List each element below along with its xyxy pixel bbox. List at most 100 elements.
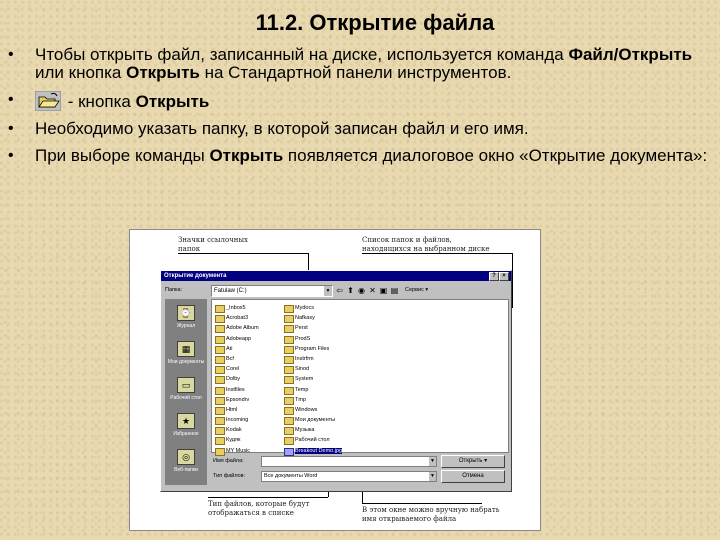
open-document-dialog: Открытие документа ? × Папка: Fatulaw (C… [160, 270, 512, 492]
folder-icon [284, 345, 294, 354]
tools-menu[interactable]: Сервис ▾ [405, 287, 428, 293]
folder-icon [215, 396, 225, 405]
callout-line [362, 503, 482, 504]
folder-icon [284, 386, 294, 395]
annotation-file-name: В этом окне можно вручную набрать имя от… [362, 506, 500, 523]
folder-item[interactable]: Html [215, 405, 259, 415]
place-favorites[interactable]: ★ Избранное [165, 413, 207, 437]
open-button[interactable]: Открыть ▾ [441, 455, 505, 468]
place-desktop[interactable]: ▭ Рабочий стол [165, 377, 207, 401]
folder-item[interactable]: Nafkasy [284, 313, 342, 324]
folder-combo[interactable]: Fatulaw (C:) ▼ [211, 285, 333, 297]
chevron-down-icon: ▼ [324, 286, 332, 296]
slide-title: 11.2. Открытие файла [255, 10, 495, 35]
place-history[interactable]: ⌚ Журнал [165, 305, 207, 329]
folder-icon [215, 325, 225, 334]
folder-icon [284, 335, 294, 344]
folder-item[interactable]: Adobeapp [215, 334, 259, 344]
file-list[interactable]: _Inbox5 Acrobat3 Adobe Album Adobeapp Ati Bcf… [211, 299, 509, 456]
file-column: _Inbox5 Acrobat3 Adobe Album Adobeapp Ati Bcf… [215, 303, 259, 456]
folder-item[interactable]: Mydocs [284, 303, 342, 313]
folder-item[interactable]: System [284, 374, 342, 385]
folder-icon [284, 376, 294, 385]
folder-item[interactable]: Perst [284, 323, 342, 334]
folder-item[interactable]: Kodak [215, 425, 259, 436]
callout-line [208, 497, 328, 498]
open-folder-icon [35, 91, 61, 111]
new-folder-icon[interactable]: ▣ [379, 286, 388, 295]
folder-item[interactable]: Sinod [284, 364, 342, 375]
folder-icon [215, 437, 225, 446]
delete-icon[interactable]: ✕ [368, 286, 377, 295]
folder-item[interactable]: Bcf [215, 354, 259, 364]
annotation-places: Значки ссылочных папок [178, 236, 248, 253]
bullet-list: • Чтобы открыть файл, записанный на диск… [8, 46, 708, 174]
bullet-dot: • [8, 120, 14, 137]
close-button[interactable]: × [499, 272, 509, 281]
folder-item[interactable]: Музыка [284, 425, 342, 436]
folder-item[interactable]: Ati [215, 344, 259, 354]
filename-label: Имя файла: [213, 458, 244, 464]
bullet-item: • При выборе команды Открыть появляется … [8, 146, 708, 165]
folder-item[interactable]: Acrobat3 [215, 313, 259, 324]
folder-item[interactable]: Epsondrv [215, 395, 259, 405]
callout-line [512, 253, 513, 308]
folder-item[interactable]: ProdS [284, 334, 342, 344]
filename-input[interactable]: ▼ [261, 456, 437, 467]
folder-icon [284, 305, 294, 313]
folder-icon [215, 305, 225, 313]
folder-item[interactable]: MY Music [215, 446, 259, 456]
search-web-icon[interactable]: ◉ [357, 286, 366, 295]
folder-item[interactable]: Windows [284, 405, 342, 415]
places-bar: ⌚ Журнал ▦ Мои документы ▭ Рабочий стол ★ Из… [165, 299, 207, 485]
folder-icon [284, 417, 294, 426]
folder-icon [215, 355, 225, 364]
dialog-toolbar: Папка: Fatulaw (C:) ▼ ⇦ ⬆ ◉ ✕ ▣ ▤ Сервис… [165, 285, 507, 297]
folder-item[interactable]: Tmp [284, 395, 342, 405]
bullet-item: • - кнопка Открыть [8, 91, 210, 111]
file-item[interactable]: Breakout Demo.jpg [284, 446, 343, 456]
folder-icon [215, 366, 225, 375]
chevron-down-icon: ▼ [429, 457, 436, 466]
web-folder-icon: ◎ [177, 449, 195, 465]
up-folder-icon[interactable]: ⬆ [346, 286, 355, 295]
desktop-icon: ▭ [177, 377, 195, 393]
folder-icon [215, 315, 225, 324]
folder-item[interactable]: Мои документы [284, 415, 342, 426]
history-icon: ⌚ [177, 305, 195, 321]
folder-item[interactable]: Program Files [284, 344, 342, 354]
dialog-titlebar: Открытие документа ? × [161, 271, 511, 281]
folder-icon [284, 325, 294, 334]
place-my-documents[interactable]: ▦ Мои документы [165, 341, 207, 365]
folder-item[interactable]: Corel [215, 364, 259, 375]
folder-icon [284, 396, 294, 405]
annotation-file-list: Список папок и файлов, находящихся на вы… [362, 236, 490, 253]
filetype-select[interactable]: Все документы Word ▼ [261, 471, 437, 482]
bullet-item: • Необходимо указать папку, в которой за… [8, 119, 529, 138]
folder-icon [284, 427, 294, 436]
file-column: Mydocs Nafkasy Perst ProdS Program Files Inst… [284, 303, 343, 456]
folder-item[interactable]: Instfiles [215, 385, 259, 395]
folder-item[interactable]: Adobe Album [215, 323, 259, 334]
folder-item[interactable]: Instrfrm [284, 354, 342, 364]
folder-icon [215, 447, 225, 456]
folder-icon [284, 406, 294, 415]
chevron-down-icon: ▼ [429, 472, 436, 481]
folder-item[interactable]: _Inbox5 [215, 303, 259, 313]
back-icon[interactable]: ⇦ [335, 286, 344, 295]
folder-item[interactable]: Temp [284, 385, 342, 395]
cancel-button[interactable]: Отмена [441, 470, 505, 483]
folder-icon [215, 417, 225, 426]
folder-item[interactable]: Dolby [215, 374, 259, 385]
folder-item[interactable]: Кудяк [215, 435, 259, 446]
folder-icon [284, 366, 294, 375]
help-button[interactable]: ? [489, 272, 499, 281]
views-icon[interactable]: ▤ [390, 286, 399, 295]
folder-item[interactable]: Incoming [215, 415, 259, 426]
place-web-folders[interactable]: ◎ Веб-папки [165, 449, 207, 473]
callout-line [178, 253, 308, 254]
folder-icon [215, 386, 225, 395]
bullet-dot: • [8, 46, 14, 63]
folder-item[interactable]: Рабочий стол [284, 435, 342, 446]
dialog-screenshot: Значки ссылочных папок Список папок и фа… [129, 229, 541, 531]
